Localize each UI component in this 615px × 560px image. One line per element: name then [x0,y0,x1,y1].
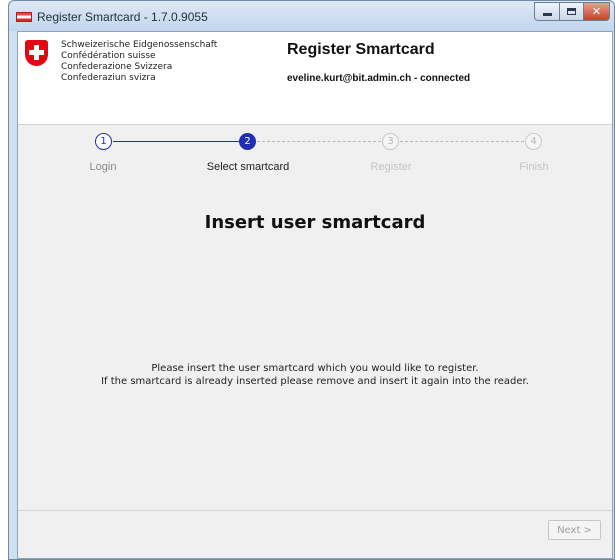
step-2-label: Select smartcard [206,161,290,173]
app-icon [16,12,32,22]
step-connector-3-4 [400,141,524,142]
org-line-rm: Confederaziun svizra [61,73,156,83]
step-3-label: Register [370,161,412,173]
step-2-circle: 2 [239,133,256,150]
minimize-icon [542,13,552,16]
client-area: Schweizerische Eidgenossenschaft Confédé… [17,31,613,559]
step-4-circle: 4 [525,133,542,150]
step-connector-1-2 [113,141,239,142]
next-button[interactable]: Next > [548,520,601,540]
main-panel: 1 2 3 4 Login Select smartcard Register … [18,124,612,510]
step-3-circle: 3 [382,133,399,150]
step-4-label: Finish [519,161,549,173]
close-icon: ✕ [591,5,602,18]
step-1-label: Login [89,161,117,173]
instruction-line-2: If the smartcard is already inserted ple… [101,376,529,387]
app-window: Register Smartcard - 1.7.0.9055 ✕ Schwei… [8,0,615,560]
title-bar[interactable]: Register Smartcard - 1.7.0.9055 ✕ [9,1,614,31]
close-button[interactable]: ✕ [583,2,610,21]
minimize-button[interactable] [534,2,560,21]
step-connector-2-3 [257,141,381,142]
instruction-message: Please insert the user smartcard which y… [18,362,612,388]
user-status: eveline.kurt@bit.admin.ch - connected [287,73,471,84]
org-line-it: Confederazione Svizzera [61,62,173,72]
maximize-icon [567,8,576,15]
header: Schweizerische Eidgenossenschaft Confédé… [18,32,612,124]
maximize-button[interactable] [559,2,584,21]
swiss-cross-logo-icon [25,40,48,66]
window-title: Register Smartcard - 1.7.0.9055 [37,10,208,24]
organization-name: Schweizerische Eidgenossenschaft Confédé… [61,40,217,84]
instruction-line-1: Please insert the user smartcard which y… [151,363,479,374]
footer-bar: Next > [18,510,612,558]
org-line-de: Schweizerische Eidgenossenschaft [61,40,218,50]
org-line-fr: Confédération suisse [61,51,156,61]
step-1-circle: 1 [95,133,112,150]
page-heading: Insert user smartcard [204,212,426,233]
app-title: Register Smartcard [287,41,435,58]
